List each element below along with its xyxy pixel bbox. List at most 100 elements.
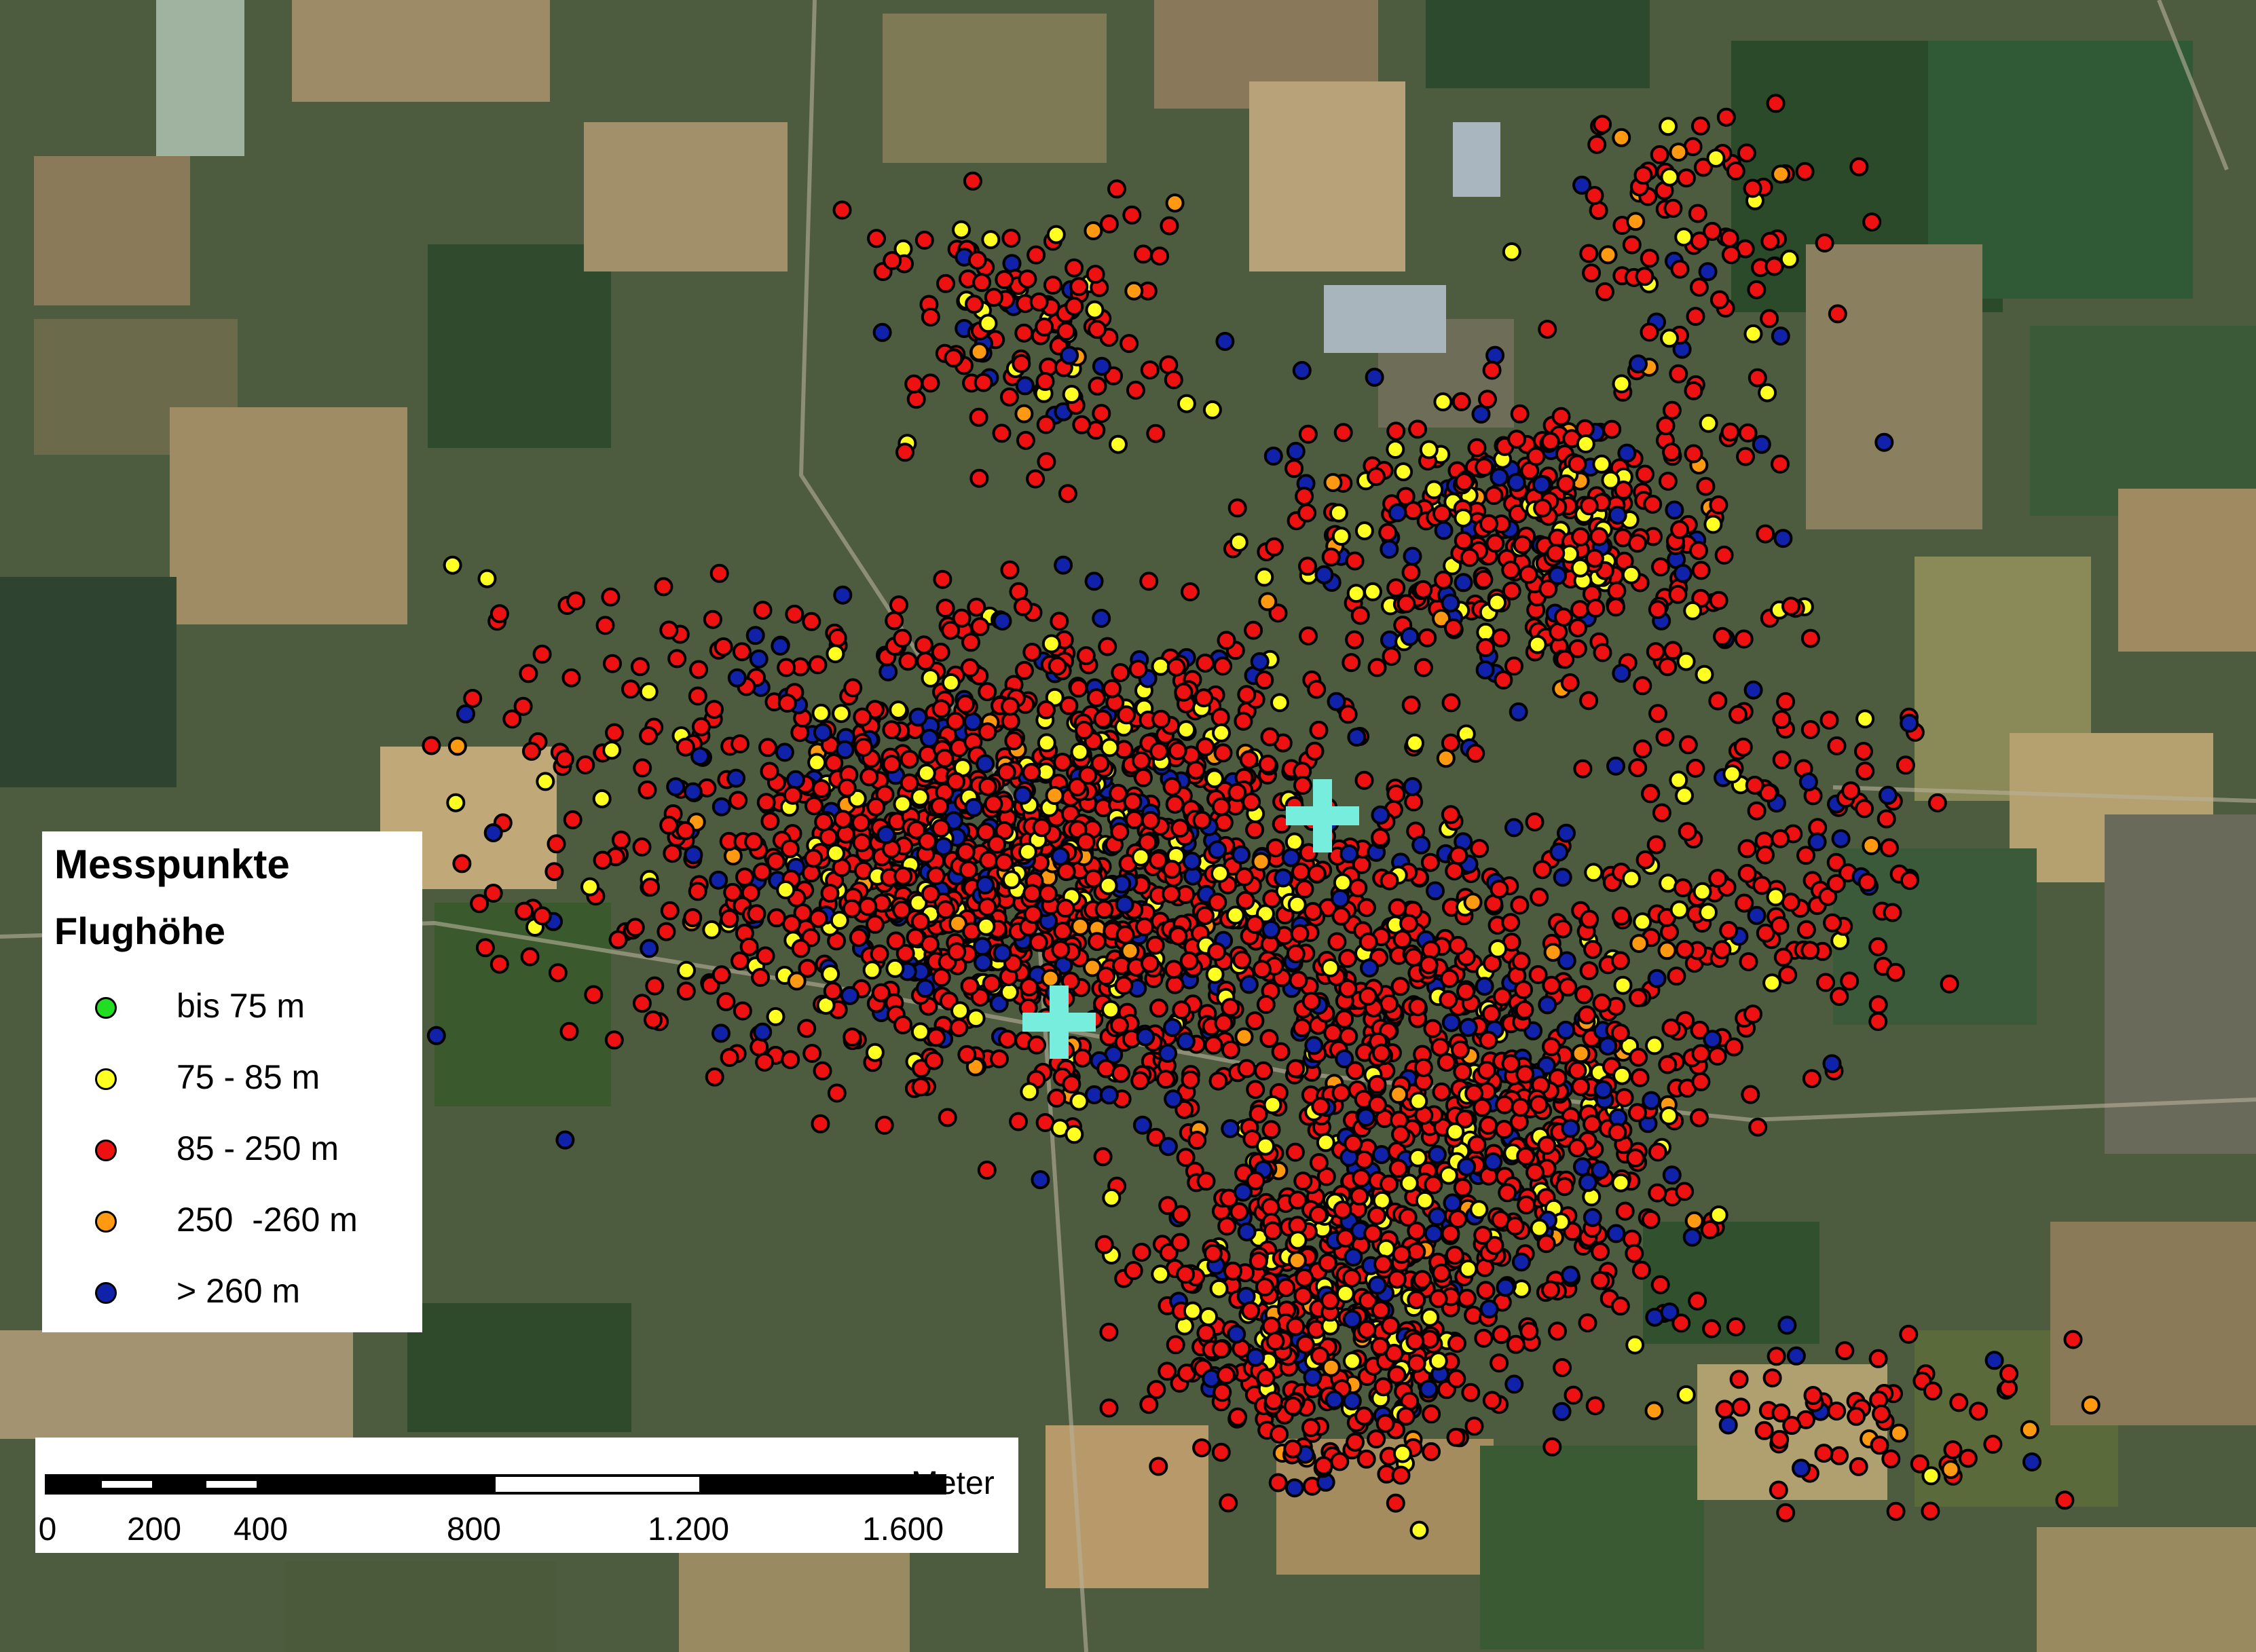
measurement-point xyxy=(1018,269,1037,289)
measurement-point xyxy=(1283,1396,1303,1416)
measurement-point xyxy=(999,387,1019,407)
measurement-point xyxy=(974,373,993,392)
measurement-point xyxy=(1641,784,1660,804)
measurement-point xyxy=(1529,1095,1549,1114)
measurement-point xyxy=(1841,781,1861,801)
measurement-point xyxy=(1371,1043,1391,1063)
measurement-point xyxy=(1441,733,1460,753)
measurement-point xyxy=(689,660,709,679)
measurement-point xyxy=(1022,763,1041,782)
measurement-point xyxy=(1555,650,1575,669)
measurement-point xyxy=(690,747,710,766)
measurement-point xyxy=(1250,652,1270,671)
measurement-point xyxy=(1474,1328,1494,1348)
measurement-point xyxy=(1413,658,1433,677)
legend-item-label: > 260 m xyxy=(177,1272,301,1310)
measurement-point xyxy=(1568,618,1587,638)
measurement-point xyxy=(1367,467,1386,487)
measurement-point xyxy=(1827,736,1847,755)
measurement-point xyxy=(611,830,631,850)
measurement-point xyxy=(547,834,566,854)
measurement-point xyxy=(644,1010,663,1030)
measurement-point xyxy=(1556,1020,1576,1040)
measurement-point xyxy=(900,749,919,769)
measurement-point xyxy=(1305,741,1325,761)
measurement-point xyxy=(1494,670,1513,690)
measurement-point xyxy=(1709,1205,1728,1225)
measurement-point xyxy=(1868,995,1888,1015)
measurement-point xyxy=(1380,871,1399,890)
measurement-point xyxy=(1610,1024,1630,1043)
measurement-point xyxy=(1398,1207,1418,1227)
measurement-point xyxy=(1244,620,1263,640)
measurement-point xyxy=(703,609,722,629)
measurement-point xyxy=(882,755,902,774)
measurement-point xyxy=(632,837,652,857)
measurement-point xyxy=(1800,720,1820,739)
measurement-point xyxy=(1192,1438,1212,1458)
measurement-point xyxy=(1392,1444,1412,1463)
measurement-point xyxy=(1595,282,1614,301)
measurement-point xyxy=(1309,720,1329,740)
measurement-point xyxy=(1515,1000,1534,1019)
measurement-point xyxy=(871,983,891,1002)
measurement-point xyxy=(1513,535,1532,555)
measurement-point xyxy=(1286,944,1306,964)
measurement-point xyxy=(630,657,650,677)
measurement-point xyxy=(2055,1490,2075,1510)
measurement-point xyxy=(1910,1454,1929,1473)
measurement-point xyxy=(1088,932,1107,952)
measurement-point xyxy=(1684,381,1703,400)
measurement-point xyxy=(676,981,696,1001)
measurement-point xyxy=(1585,548,1604,568)
measurement-point xyxy=(1703,1030,1722,1049)
satellite-map[interactable] xyxy=(0,0,2256,1652)
measurement-point xyxy=(1669,143,1688,162)
measurement-point xyxy=(1204,1035,1223,1055)
measurement-point xyxy=(2081,1395,2101,1415)
measurement-point xyxy=(1582,263,1602,283)
measurement-point xyxy=(1568,1138,1587,1158)
measurement-point xyxy=(1691,1044,1711,1064)
measurement-point xyxy=(1050,846,1070,866)
measurement-point xyxy=(1251,852,1271,871)
measurement-point xyxy=(1614,1088,1634,1108)
measurement-point xyxy=(733,1001,752,1021)
measurement-point xyxy=(1293,1171,1313,1191)
scale-unit: Meter xyxy=(911,1465,995,1501)
measurement-point xyxy=(1217,1216,1237,1236)
measurement-point xyxy=(1354,770,1374,790)
measurement-point xyxy=(1553,1358,1572,1377)
measurement-point xyxy=(1448,1209,1468,1228)
measurement-point xyxy=(1285,1142,1305,1162)
measurement-point xyxy=(1120,334,1139,354)
measurement-point xyxy=(1037,452,1056,472)
legend-item: 75 - 85 m xyxy=(42,1053,422,1121)
measurement-point xyxy=(1158,1362,1177,1381)
measurement-point xyxy=(1786,1346,1806,1366)
measurement-point xyxy=(936,274,955,293)
measurement-point xyxy=(1443,1193,1462,1213)
measurement-point xyxy=(1090,753,1110,773)
measurement-point xyxy=(1403,546,1422,566)
measurement-point xyxy=(447,736,467,756)
measurement-point xyxy=(893,628,912,648)
measurement-point xyxy=(1354,1406,1374,1426)
measurement-point xyxy=(1020,1082,1039,1102)
measurement-point xyxy=(1109,434,1128,454)
measurement-point xyxy=(1776,1503,1796,1522)
measurement-point xyxy=(1511,1097,1530,1117)
measurement-point xyxy=(1504,1374,1524,1394)
measurement-point xyxy=(1943,1440,1963,1460)
measurement-point xyxy=(960,976,980,996)
measurement-point xyxy=(659,620,679,640)
measurement-point xyxy=(1657,941,1677,960)
measurement-point xyxy=(1405,1332,1425,1351)
measurement-point xyxy=(1386,421,1406,441)
measurement-point xyxy=(1408,1148,1428,1167)
measurement-point xyxy=(1098,637,1117,656)
measurement-point xyxy=(1553,867,1572,887)
measurement-point xyxy=(1258,754,1278,774)
legend-item-label: bis 75 m xyxy=(177,987,305,1025)
measurement-point xyxy=(1404,792,1424,812)
